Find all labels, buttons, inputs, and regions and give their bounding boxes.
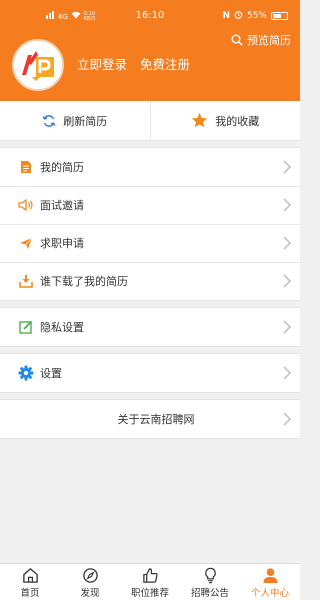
menu-item-label: 设置 [40, 367, 62, 380]
bulb-icon [204, 567, 216, 584]
chevron-right-icon [283, 274, 291, 288]
tab-label: 招聘公告 [190, 588, 229, 599]
status-right: N 55% [222, 10, 288, 22]
chevron-right-icon [283, 198, 291, 212]
menu-item-settings[interactable]: 设置 [0, 354, 300, 392]
refresh-resume-label: 刷新简历 [63, 114, 108, 128]
status-bar: 4G 0.10 KB/S 16:10 N 55% [0, 0, 300, 30]
tab-label: 职位推荐 [130, 588, 169, 599]
chevron-right-icon [283, 320, 291, 334]
send-icon [18, 235, 34, 251]
menu-item-label: 关于云南招聘网 [117, 413, 195, 426]
refresh-resume-button[interactable]: 刷新简历 [0, 101, 150, 140]
edit-icon [18, 319, 34, 335]
download-icon [18, 273, 34, 289]
resume-icon [18, 159, 34, 175]
menu-item-label: 求职申请 [40, 237, 84, 250]
compass-icon [82, 568, 98, 583]
avatar[interactable] [12, 39, 64, 91]
home-icon [22, 568, 38, 583]
battery-icon [271, 12, 288, 20]
menu-item-label: 谁下载了我的简历 [40, 275, 128, 288]
register-link[interactable]: 免费注册 [140, 54, 190, 73]
chevron-right-icon [283, 366, 291, 380]
thumbs-up-icon [142, 568, 158, 583]
menu-item-label: 我的简历 [40, 161, 84, 174]
battery-percent: 55% [246, 11, 267, 21]
logo-icon [22, 51, 54, 81]
menu-item-label: 面试邀请 [40, 199, 84, 212]
refresh-icon [42, 114, 56, 127]
settings-menu-group: 设置 [0, 353, 300, 393]
my-favorites-button[interactable]: 我的收藏 [151, 101, 301, 140]
nfc-icon: N [222, 11, 230, 21]
tab-recruitment-notices[interactable]: 招聘公告 [180, 564, 240, 600]
search-icon [231, 34, 243, 46]
tab-discover[interactable]: 发现 [60, 564, 120, 600]
bottom-tab-bar: 首页 发现 职位推荐 招聘公告 个人中心 [0, 563, 300, 600]
menu-item-label: 隐私设置 [40, 321, 84, 334]
login-link[interactable]: 立即登录 [77, 54, 127, 73]
menu-item-resume-downloads[interactable]: 谁下载了我的简历 [0, 262, 300, 300]
resume-menu-group: 我的简历 面试邀请 求职申请 谁下载了我的简历 [0, 147, 300, 301]
tab-home[interactable]: 首页 [0, 564, 60, 600]
gear-icon [18, 365, 34, 381]
chevron-right-icon [283, 412, 291, 426]
chevron-right-icon [283, 160, 291, 174]
menu-item-privacy-settings[interactable]: 隐私设置 [0, 308, 300, 346]
tab-label: 首页 [20, 588, 40, 599]
tab-label: 个人中心 [250, 588, 289, 599]
preview-resume-button[interactable]: 预览简历 [231, 32, 291, 48]
quick-actions: 刷新简历 我的收藏 [0, 101, 300, 141]
auth-links: 立即登录 免费注册 [77, 54, 190, 73]
chevron-right-icon [283, 236, 291, 250]
tab-label: 发现 [80, 588, 100, 599]
menu-item-job-applications[interactable]: 求职申请 [0, 224, 300, 262]
preview-resume-label: 预览简历 [247, 34, 291, 47]
alarm-icon [234, 10, 243, 22]
speaker-icon [18, 197, 34, 213]
menu-item-interview-invites[interactable]: 面试邀请 [0, 186, 300, 224]
menu-item-my-resume[interactable]: 我的简历 [0, 148, 300, 186]
profile-header: 4G 0.10 KB/S 16:10 N 55% 预览简历 立即登录 免费注册 [0, 0, 300, 101]
user-icon [262, 568, 278, 584]
menu-item-about[interactable]: 关于云南招聘网 [0, 400, 300, 438]
star-icon [192, 112, 208, 128]
privacy-menu-group: 隐私设置 [0, 307, 300, 347]
tab-personal-center[interactable]: 个人中心 [240, 564, 300, 600]
my-favorites-label: 我的收藏 [215, 114, 260, 128]
tab-job-recommendations[interactable]: 职位推荐 [120, 564, 180, 600]
about-menu-group: 关于云南招聘网 [0, 399, 300, 439]
